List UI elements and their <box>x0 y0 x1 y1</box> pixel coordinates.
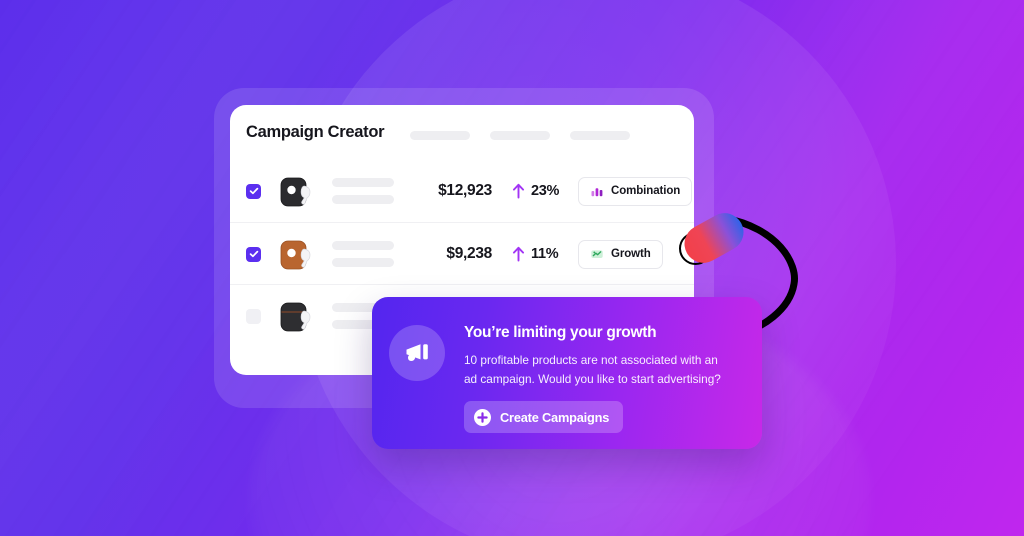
panel-header: Campaign Creator <box>230 105 694 160</box>
arrow-up-icon <box>512 183 525 199</box>
growth-notification-card: You’re limiting your growth 10 profitabl… <box>372 297 762 449</box>
row-trend-value: 23% <box>531 183 560 199</box>
header-placeholder <box>570 131 630 140</box>
row-placeholder <box>332 258 394 267</box>
table-row[interactable]: $12,923 23% Combination <box>230 160 694 222</box>
notification-message: 10 profitable products are not associate… <box>464 353 721 387</box>
bar-chart-icon <box>591 188 603 197</box>
row-price: $9,238 <box>446 245 492 262</box>
row-placeholder-group <box>332 241 404 267</box>
row-checkbox[interactable] <box>246 308 261 324</box>
product-thumbnail <box>274 292 322 340</box>
row-placeholder <box>332 178 394 187</box>
page-title: Campaign Creator <box>246 123 385 141</box>
create-campaigns-label: Create Campaigns <box>500 409 610 425</box>
header-placeholder <box>490 131 550 140</box>
row-placeholder <box>332 241 394 250</box>
row-checkbox[interactable] <box>246 183 261 199</box>
plus-circle-icon <box>474 408 491 426</box>
row-badge-growth[interactable]: Growth <box>578 239 663 269</box>
notification-body: You’re limiting your growth 10 profitabl… <box>464 324 748 389</box>
row-price: $12,923 <box>438 182 492 199</box>
table-row[interactable]: $9,238 11% Growth <box>230 222 694 285</box>
row-trend: 11% <box>512 246 572 262</box>
row-badge-label: Combination <box>611 185 681 197</box>
megaphone-icon <box>389 325 445 381</box>
product-thumbnail <box>274 230 322 278</box>
row-badge-combination[interactable]: Combination <box>578 176 693 206</box>
arrow-up-icon <box>512 246 525 262</box>
row-checkbox[interactable] <box>246 246 261 262</box>
notification-title: You’re limiting your growth <box>464 324 657 341</box>
row-badge-label: Growth <box>611 248 651 260</box>
header-placeholder <box>410 131 470 140</box>
row-trend-value: 11% <box>531 246 559 262</box>
growth-icon <box>591 250 603 258</box>
product-thumbnail <box>274 167 322 215</box>
row-trend: 23% <box>512 183 572 199</box>
create-campaigns-button[interactable]: Create Campaigns <box>464 401 624 433</box>
row-placeholder-group <box>332 178 404 204</box>
row-placeholder <box>332 195 394 204</box>
header-placeholder-group <box>410 131 630 140</box>
promo-banner: Campaign Creator $12,923 23% Combination… <box>0 0 1024 536</box>
